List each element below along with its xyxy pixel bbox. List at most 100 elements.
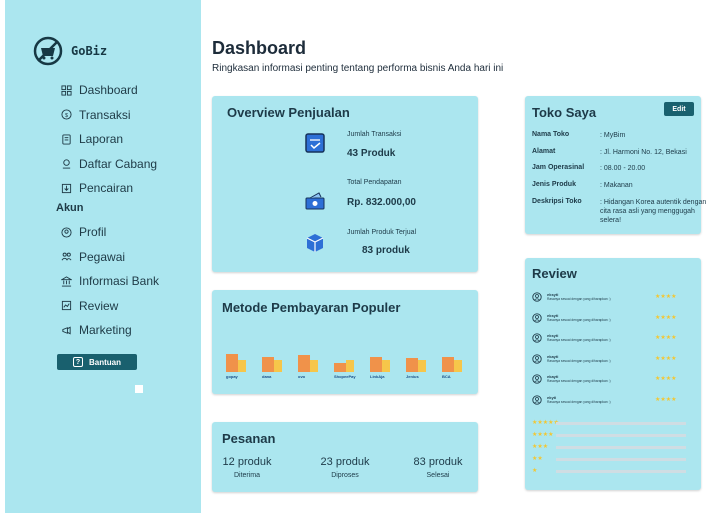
sidebar-item-transaksi[interactable]: $ Transaksi: [59, 103, 157, 128]
revenue-value: Rp. 832.000,00: [347, 197, 416, 208]
store-field-hours: Jam Operasinal : 08.00 - 20.00: [532, 164, 710, 173]
orders-completed-label: Selesai: [426, 472, 450, 479]
orders-card: Pesanan 12 produk Diterima 23 produk Dip…: [212, 422, 478, 492]
transaction-count-value: 43 Produk: [347, 148, 396, 159]
payment-bar-secondary: [310, 360, 318, 372]
megaphone-icon: [59, 323, 73, 337]
sidebar-item-pegawai[interactable]: Pegawai: [59, 245, 159, 270]
brand-name: GoBiz: [71, 44, 108, 58]
sidebar-item-daftar-cabang[interactable]: Daftar Cabang: [59, 152, 157, 177]
rating-row: ★★★★: [532, 432, 686, 440]
sidebar-item-profil[interactable]: Profil: [59, 220, 159, 245]
sidebar-item-laporan[interactable]: Laporan: [59, 127, 157, 152]
store-field-key: Nama Toko: [532, 131, 570, 138]
review-stars: ★★★★: [655, 294, 677, 300]
rating-bar: [556, 470, 686, 473]
money-icon: [305, 192, 325, 210]
payment-logo: LinkAja: [370, 374, 385, 379]
payment-bar-secondary: [418, 360, 426, 372]
edit-store-button[interactable]: Edit: [664, 102, 694, 116]
review-text: Rasanya sesuai dengan yang diharapkan :): [547, 399, 611, 404]
store-field-product-type: Jenis Produk : Makanan: [532, 181, 710, 190]
review-title: Review: [532, 266, 577, 281]
store-field-description: Deskripsi Toko : Hidangan Korea autentik…: [532, 198, 710, 225]
sidebar-item-informasi-bank[interactable]: Informasi Bank: [59, 269, 159, 294]
store-field-key: Deskripsi Toko: [532, 198, 582, 205]
rating-stars: ★★★★★: [532, 420, 559, 426]
sidebar-item-label: Laporan: [79, 132, 124, 147]
logo-icon: [33, 36, 63, 66]
payment-bar-secondary: [238, 360, 246, 372]
payment-logo: ovo: [298, 374, 306, 379]
payment-method-linkaja: LinkAja: [362, 290, 396, 394]
sidebar-item-label: Review: [79, 298, 119, 313]
store-card: Toko Saya Edit Nama Toko : MyBim Alamat …: [525, 96, 706, 234]
review-item: eksyti Rasanya sesuai dengan yang dihara…: [532, 313, 686, 327]
brand-logo[interactable]: GoBiz: [33, 36, 107, 66]
sidebar-item-review[interactable]: Review: [59, 294, 159, 319]
store-field-key: Jam Operasinal: [532, 164, 585, 171]
store-field-value: : 08.00 - 20.00: [600, 165, 646, 172]
help-button[interactable]: ? Bantuan: [57, 354, 137, 370]
user-avatar-icon: [532, 394, 542, 405]
sidebar-item-label: Transaksi: [79, 107, 131, 122]
orders-completed: 83 produk Selesai: [410, 456, 466, 479]
overview-title: Overview Penjualan: [227, 105, 350, 120]
payment-bar-secondary: [346, 360, 354, 372]
store-field-value: : Hidangan Korea autentik dengan cita ra…: [600, 199, 707, 224]
sidebar-item-label: Informasi Bank: [79, 274, 160, 289]
review-stars: ★★★★: [655, 376, 677, 382]
review-item: eksyti Rasanya sesuai dengan yang dihara…: [532, 333, 686, 347]
user-icon: [59, 225, 73, 239]
team-icon: [59, 250, 73, 264]
rating-bar: [556, 446, 686, 449]
sidebar-item-marketing[interactable]: Marketing: [59, 318, 159, 343]
store-field-address: Alamat : Jl. Harmoni No. 12, Bekasi: [532, 148, 710, 157]
payment-bar-primary: [262, 357, 274, 372]
withdraw-icon: [59, 181, 73, 195]
bank-icon: [59, 274, 73, 288]
payment-logo: Jenius: [406, 374, 419, 379]
sidebar-item-dashboard[interactable]: Dashboard: [59, 78, 157, 103]
help-button-label: Bantuan: [89, 357, 121, 367]
review-text: Rasanya sesuai dengan yang diharapkan :): [547, 379, 611, 383]
sidebar-item-label: Marketing: [79, 323, 132, 338]
payment-method-bca: BCA: [434, 290, 468, 394]
store-field-name: Nama Toko : MyBim: [532, 131, 710, 140]
rating-bar: [556, 458, 686, 461]
review-text: Rasanya sesuai dengan yang diharapkan :): [547, 297, 611, 301]
sold-products-label: Jumlah Produk Terjual: [347, 229, 417, 236]
orders-processing: 23 produk Diproses: [317, 456, 373, 479]
sidebar-item-label: Dashboard: [79, 83, 138, 98]
payment-bar-secondary: [274, 360, 282, 372]
sidebar: GoBiz Dashboard $ Transaksi Laporan Daft…: [5, 0, 201, 513]
payment-logo: BCA: [442, 374, 451, 379]
rating-stars: ★★: [532, 456, 543, 462]
transaction-count-label: Jumlah Transaksi: [347, 131, 402, 138]
orders-received: 12 produk Diterima: [222, 456, 272, 479]
payment-method-ovo: ovo: [290, 290, 324, 394]
payment-logo: ShopeePay: [334, 374, 356, 379]
orders-title: Pesanan: [222, 431, 276, 446]
user-avatar-icon: [532, 353, 542, 364]
rating-row: ★★★: [532, 444, 686, 452]
account-nav: Profil Pegawai Informasi Bank Review Mar…: [59, 220, 159, 343]
user-avatar-icon: [532, 333, 542, 343]
payment-logo: dana: [262, 374, 272, 379]
payment-bar-primary: [298, 355, 310, 372]
payment-bar-primary: [406, 358, 418, 372]
rating-row: ★★★★★: [532, 420, 686, 428]
payment-bar-primary: [226, 354, 238, 372]
user-avatar-icon: [532, 374, 542, 384]
sidebar-item-pencairan[interactable]: Pencairan: [59, 176, 157, 201]
review-text: Rasanya sesuai dengan yang diharapkan :): [547, 317, 611, 322]
orders-processing-value: 23 produk: [320, 456, 370, 468]
section-heading-akun: Akun: [56, 202, 84, 214]
question-icon: ?: [73, 357, 83, 367]
payment-method-gopay: gopay: [218, 290, 252, 394]
payment-logo: gopay: [226, 374, 238, 379]
overview-card: Overview Penjualan Jumlah Transaksi 43 P…: [212, 96, 478, 272]
review-text: Rasanya sesuai dengan yang diharapkan :): [547, 338, 611, 342]
review-stars: ★★★★: [655, 314, 677, 321]
grid-icon: [59, 83, 73, 97]
